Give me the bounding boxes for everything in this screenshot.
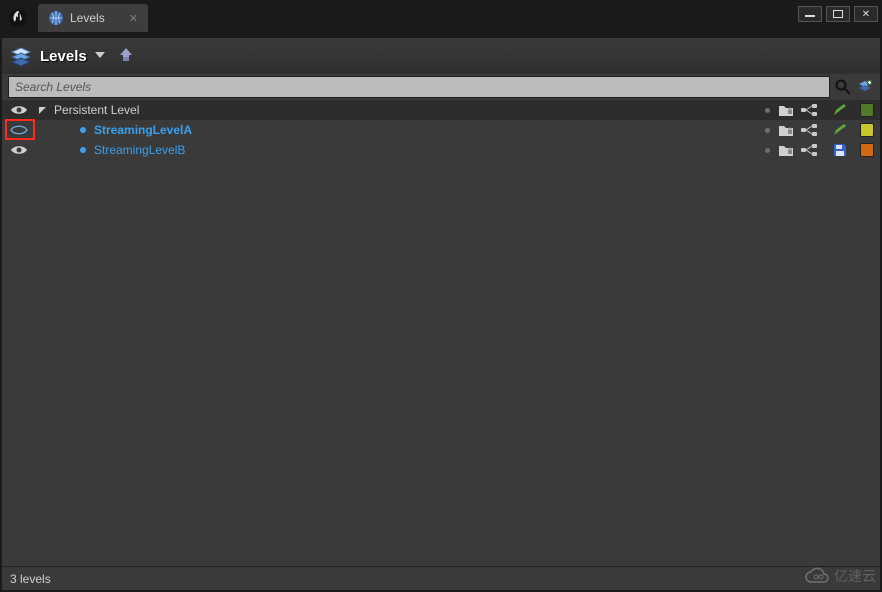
- level-name: StreamingLevelA: [94, 123, 192, 137]
- world-icon: [48, 10, 64, 26]
- folder-lock-icon[interactable]: [778, 103, 794, 117]
- level-name: Persistent Level: [54, 103, 139, 117]
- levels-stack-icon: [10, 45, 32, 67]
- visibility-toggle-icon[interactable]: [8, 104, 30, 116]
- status-dot-icon: [765, 128, 770, 133]
- level-bullet-icon: [80, 147, 86, 153]
- level-color-chip[interactable]: [860, 123, 874, 137]
- status-dot-icon: [765, 148, 770, 153]
- kismet-icon[interactable]: [800, 123, 818, 137]
- level-row-child[interactable]: StreamingLevelB: [2, 140, 880, 160]
- toolbar-title: Levels: [40, 48, 87, 65]
- panel-frame: Levels: [0, 36, 882, 592]
- edit-pen-icon[interactable]: [832, 123, 848, 137]
- window-controls: ✕: [798, 4, 878, 22]
- statusbar: 3 levels: [2, 566, 880, 590]
- search-input[interactable]: [8, 76, 830, 98]
- expand-toggle-icon[interactable]: [36, 106, 48, 115]
- folder-lock-icon[interactable]: [778, 123, 794, 137]
- level-row-persistent[interactable]: Persistent Level: [2, 100, 880, 120]
- close-window-button[interactable]: ✕: [854, 6, 878, 22]
- titlebar: Levels ✕ ✕: [0, 0, 882, 36]
- minimize-button[interactable]: [798, 6, 822, 22]
- unreal-logo-icon: [4, 4, 32, 32]
- search-icon[interactable]: [834, 78, 852, 96]
- save-icon[interactable]: [832, 142, 848, 158]
- level-row-child[interactable]: StreamingLevelA: [2, 120, 880, 140]
- status-dot-icon: [765, 108, 770, 113]
- folder-lock-icon[interactable]: [778, 143, 794, 157]
- levels-dropdown-icon[interactable]: [95, 47, 105, 65]
- summon-icon[interactable]: [117, 47, 135, 65]
- close-tab-icon[interactable]: ✕: [129, 12, 138, 25]
- edit-pen-icon[interactable]: [832, 103, 848, 117]
- maximize-button[interactable]: [826, 6, 850, 22]
- level-count-text: 3 levels: [10, 572, 51, 586]
- tab-levels[interactable]: Levels ✕: [38, 4, 148, 32]
- level-list: Persistent Level StreamingLevelA: [2, 100, 880, 566]
- kismet-icon[interactable]: [800, 143, 818, 157]
- tab-label: Levels: [70, 11, 105, 25]
- level-name: StreamingLevelB: [94, 143, 185, 157]
- level-bullet-icon: [80, 127, 86, 133]
- visibility-toggle-icon[interactable]: [8, 124, 30, 136]
- level-color-chip[interactable]: [860, 143, 874, 157]
- level-color-chip[interactable]: [860, 103, 874, 117]
- toolbar: Levels: [2, 38, 880, 74]
- search-row: [2, 74, 880, 100]
- visibility-toggle-icon[interactable]: [8, 144, 30, 156]
- kismet-icon[interactable]: [800, 103, 818, 117]
- add-level-icon[interactable]: [856, 78, 874, 96]
